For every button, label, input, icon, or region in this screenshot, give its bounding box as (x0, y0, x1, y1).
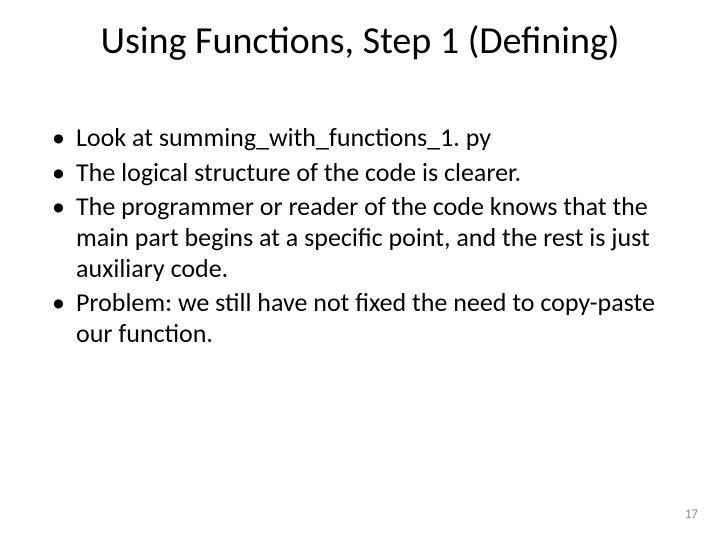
list-item: Look at summing_with_functions_1. py (50, 122, 670, 153)
page-number: 17 (685, 507, 698, 522)
list-item: Problem: we still have not fixed the nee… (50, 287, 670, 348)
slide-title: Using Functions, Step 1 (Defining) (0, 18, 720, 64)
list-item: The programmer or reader of the code kno… (50, 191, 670, 283)
slide: Using Functions, Step 1 (Defining) Look … (0, 0, 720, 540)
list-item: The logical structure of the code is cle… (50, 157, 670, 188)
bullet-list: Look at summing_with_functions_1. py The… (50, 122, 670, 349)
slide-body: Look at summing_with_functions_1. py The… (50, 122, 670, 353)
